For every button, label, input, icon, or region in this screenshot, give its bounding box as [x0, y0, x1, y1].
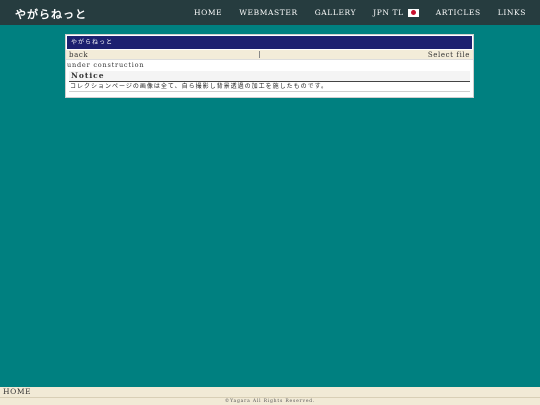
notice-heading: Notice — [69, 71, 470, 82]
select-file-link[interactable]: Select file — [428, 51, 473, 59]
nav-links[interactable]: LINKS — [498, 8, 526, 17]
window-title: やがらねっと — [66, 35, 473, 50]
nav-jpn-tl[interactable]: JPN TL — [373, 8, 419, 17]
top-navigation-bar: やがらねっと HOME WEBMASTER GALLERY JPN TL ART… — [0, 0, 540, 25]
nav-gallery[interactable]: GALLERY — [315, 8, 356, 17]
content-window: やがらねっと back Select file under constructi… — [65, 34, 474, 98]
footer-home-link[interactable]: HOME — [0, 387, 31, 396]
back-link[interactable]: back — [66, 51, 259, 59]
footer-nav: HOME — [0, 387, 540, 397]
nav-articles[interactable]: ARTICLES — [436, 8, 481, 17]
status-text: under construction — [67, 61, 145, 69]
notice-body: コレクションページの画像は全て、自ら撮影し背景透過の加工を施したものです。 — [69, 82, 470, 92]
nav-jpn-tl-label: JPN TL — [373, 8, 404, 17]
main-nav: HOME WEBMASTER GALLERY JPN TL ARTICLES L… — [194, 8, 526, 17]
nav-webmaster[interactable]: WEBMASTER — [239, 8, 297, 17]
japan-flag-icon — [407, 8, 419, 17]
toolbar-divider — [259, 51, 260, 58]
copyright-text: ©Yagara All Rights Reserved. — [0, 397, 540, 405]
nav-home[interactable]: HOME — [194, 8, 222, 17]
window-toolbar: back Select file — [66, 50, 473, 60]
site-brand[interactable]: やがらねっと — [15, 6, 87, 22]
